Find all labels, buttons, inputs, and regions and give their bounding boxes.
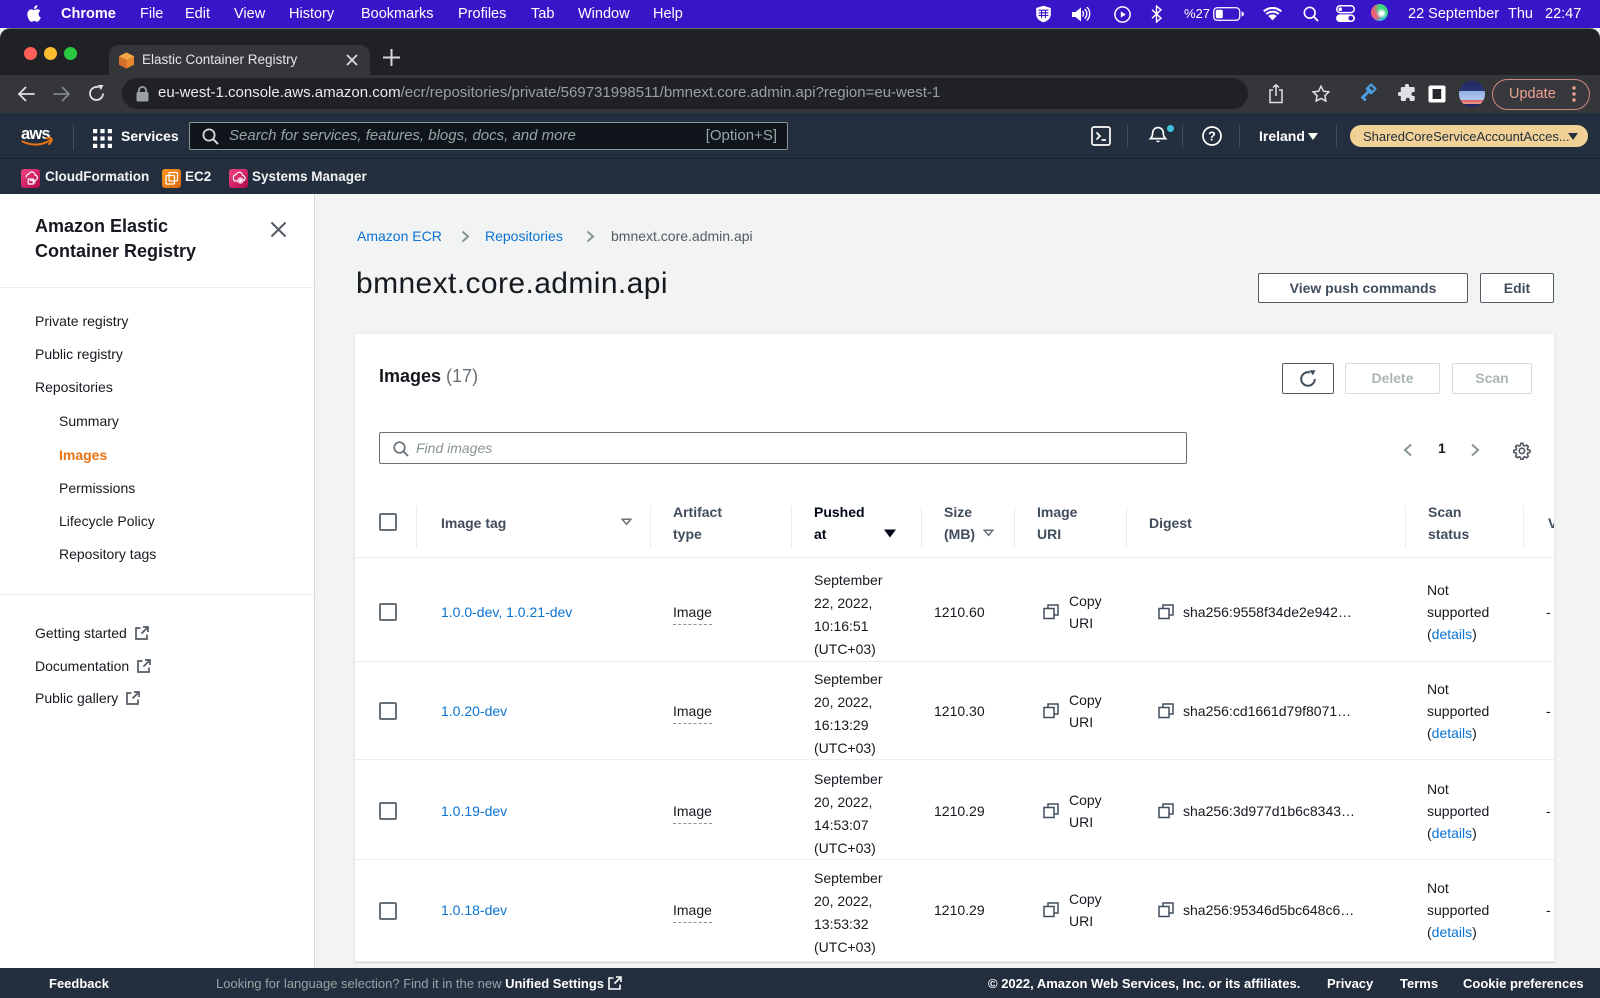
svg-text:aws: aws xyxy=(21,125,50,143)
svg-text:?: ? xyxy=(1208,130,1216,144)
